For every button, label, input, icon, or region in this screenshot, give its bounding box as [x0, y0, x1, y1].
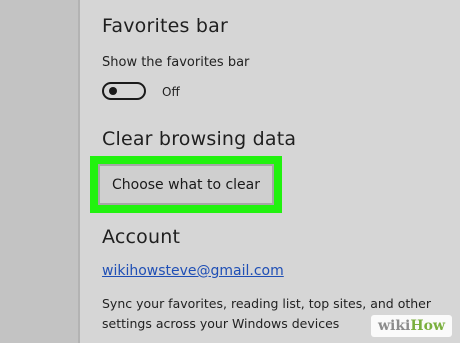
account-heading: Account: [102, 226, 181, 248]
clear-browsing-data-heading: Clear browsing data: [102, 128, 297, 150]
wikihow-watermark: wikiHow: [370, 315, 452, 337]
show-favorites-bar-label: Show the favorites bar: [102, 55, 250, 70]
account-email-link[interactable]: wikihowsteve@gmail.com: [102, 263, 284, 279]
toggle-state-label: Off: [162, 85, 180, 99]
toggle-knob: [109, 87, 117, 95]
watermark-how: How: [410, 318, 445, 334]
settings-panel: Favorites bar Show the favorites bar Off…: [80, 0, 460, 343]
favorites-bar-toggle[interactable]: [102, 82, 146, 100]
watermark-wiki: wiki: [377, 318, 411, 334]
left-navigation-strip: [0, 0, 78, 343]
favorites-bar-heading: Favorites bar: [102, 15, 228, 37]
choose-what-to-clear-button[interactable]: Choose what to clear: [98, 164, 274, 205]
